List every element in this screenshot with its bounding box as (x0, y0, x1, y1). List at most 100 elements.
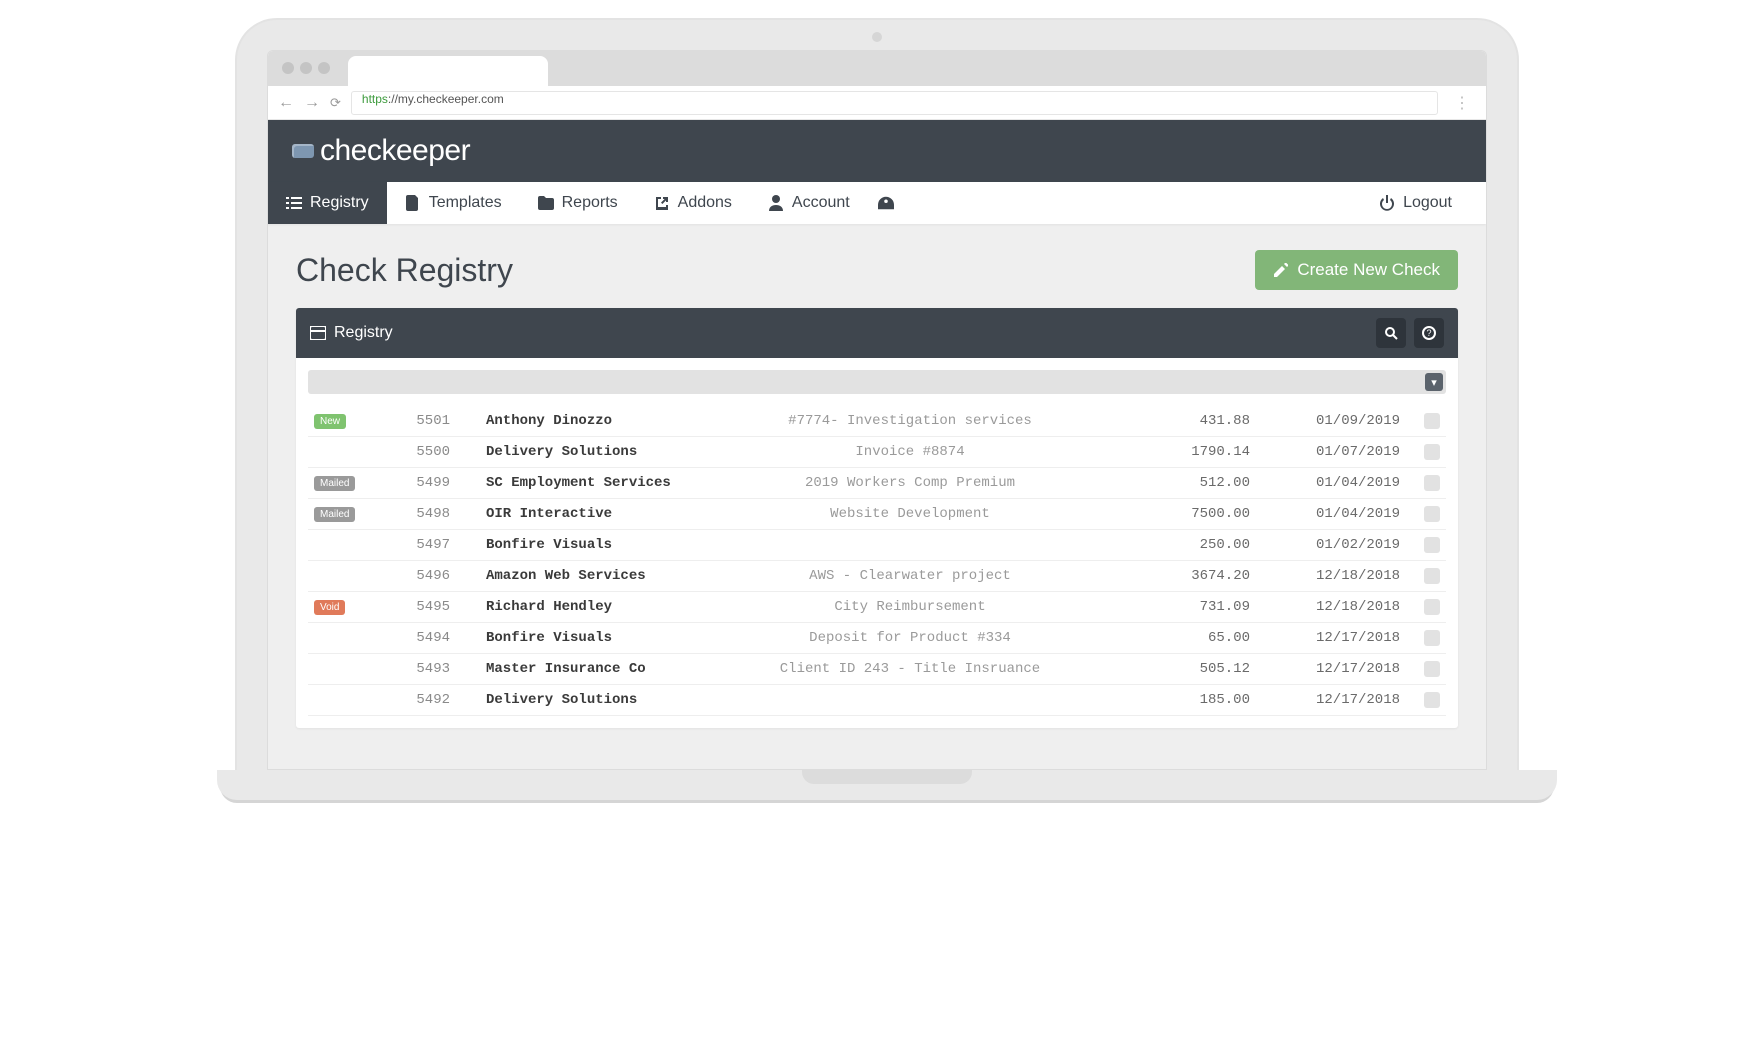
payee: Delivery Solutions (450, 692, 680, 708)
nav-label: Account (792, 194, 850, 212)
table-row[interactable]: 5500Delivery SolutionsInvoice #88741790.… (308, 437, 1446, 468)
memo: Invoice #8874 (680, 444, 1140, 460)
nav-label: Registry (310, 194, 369, 212)
status-cell: Void (314, 599, 370, 615)
back-button[interactable]: ← (278, 94, 294, 112)
refresh-button[interactable]: ⟳ (330, 95, 341, 111)
amount: 431.88 (1140, 413, 1250, 429)
memo: City Reimbursement (680, 599, 1140, 615)
browser-tab[interactable] (348, 56, 548, 86)
date: 12/18/2018 (1250, 568, 1400, 584)
row-checkbox[interactable] (1424, 661, 1440, 677)
list-icon (286, 195, 302, 211)
nav-registry[interactable]: Registry (268, 182, 387, 224)
check-number: 5497 (370, 537, 450, 553)
window-controls (282, 62, 330, 74)
table-row[interactable]: 5493Master Insurance CoClient ID 243 - T… (308, 654, 1446, 685)
check-number: 5501 (370, 413, 450, 429)
nav-logout[interactable]: Logout (1361, 182, 1470, 224)
nav-label: Templates (429, 194, 502, 212)
create-check-button[interactable]: Create New Check (1255, 250, 1458, 290)
row-checkbox[interactable] (1424, 599, 1440, 615)
memo: 2019 Workers Comp Premium (680, 475, 1140, 491)
payee: Richard Hendley (450, 599, 680, 615)
payee: Bonfire Visuals (450, 630, 680, 646)
date: 12/17/2018 (1250, 692, 1400, 708)
table-row[interactable]: New5501Anthony Dinozzo#7774- Investigati… (308, 406, 1446, 437)
checkbox-cell (1400, 413, 1440, 429)
status-badge: Mailed (314, 507, 355, 522)
date: 01/09/2019 (1250, 413, 1400, 429)
check-number: 5496 (370, 568, 450, 584)
nav-dashboard[interactable] (868, 183, 904, 223)
status-badge: Mailed (314, 476, 355, 491)
laptop-base (217, 770, 1557, 800)
filter-bar[interactable]: ▾ (308, 370, 1446, 394)
forward-button[interactable]: → (304, 94, 320, 112)
payee: Master Insurance Co (450, 661, 680, 677)
browser-menu-icon[interactable]: ⋮ (1448, 93, 1476, 113)
table-row[interactable]: 5496Amazon Web ServicesAWS - Clearwater … (308, 561, 1446, 592)
window-close-icon[interactable] (282, 62, 294, 74)
browser-tabbar (268, 51, 1486, 86)
nav-label: Logout (1403, 194, 1452, 212)
memo: #7774- Investigation services (680, 413, 1140, 429)
panel-head: Registry ? (296, 308, 1458, 358)
app-content: checkeeper Registry Templates Reports (268, 120, 1486, 769)
help-icon: ? (1422, 326, 1436, 340)
status-cell: New (314, 413, 370, 429)
row-checkbox[interactable] (1424, 413, 1440, 429)
nav-label: Reports (562, 194, 618, 212)
checkbox-cell (1400, 537, 1440, 553)
help-button[interactable]: ? (1414, 318, 1444, 348)
row-checkbox[interactable] (1424, 537, 1440, 553)
camera-dot (872, 32, 882, 42)
check-number: 5494 (370, 630, 450, 646)
table-row[interactable]: Mailed5498OIR InteractiveWebsite Develop… (308, 499, 1446, 530)
row-checkbox[interactable] (1424, 630, 1440, 646)
url-scheme: https (362, 92, 388, 106)
table-row[interactable]: 5497Bonfire Visuals250.0001/02/2019 (308, 530, 1446, 561)
window-min-icon[interactable] (300, 62, 312, 74)
status-cell: Mailed (314, 475, 370, 491)
row-checkbox[interactable] (1424, 475, 1440, 491)
row-checkbox[interactable] (1424, 568, 1440, 584)
browser-window: ← → ⟳ https://my.checkeeper.com ⋮ checke… (267, 50, 1487, 770)
app-nav: Registry Templates Reports Addons Accoun… (268, 182, 1486, 224)
file-icon (405, 195, 421, 211)
brand[interactable]: checkeeper (292, 134, 470, 168)
table-row[interactable]: Void5495Richard HendleyCity Reimbursemen… (308, 592, 1446, 623)
date: 01/07/2019 (1250, 444, 1400, 460)
search-button[interactable] (1376, 318, 1406, 348)
nav-templates[interactable]: Templates (387, 182, 520, 224)
page-header: Check Registry Create New Check (296, 250, 1458, 290)
memo: Deposit for Product #334 (680, 630, 1140, 646)
table-row[interactable]: Mailed5499SC Employment Services2019 Wor… (308, 468, 1446, 499)
date: 01/02/2019 (1250, 537, 1400, 553)
filter-dropdown-button[interactable]: ▾ (1425, 373, 1443, 391)
brand-text: checkeeper (320, 134, 470, 168)
check-number: 5493 (370, 661, 450, 677)
payee: Amazon Web Services (450, 568, 680, 584)
table-row[interactable]: 5494Bonfire VisualsDeposit for Product #… (308, 623, 1446, 654)
amount: 65.00 (1140, 630, 1250, 646)
window-max-icon[interactable] (318, 62, 330, 74)
date: 12/18/2018 (1250, 599, 1400, 615)
check-number: 5495 (370, 599, 450, 615)
registry-panel: Registry ? ▾ New5501A (296, 308, 1458, 728)
memo: Client ID 243 - Title Insruance (680, 661, 1140, 677)
checkbox-cell (1400, 599, 1440, 615)
create-label: Create New Check (1297, 260, 1440, 280)
amount: 7500.00 (1140, 506, 1250, 522)
row-checkbox[interactable] (1424, 692, 1440, 708)
row-checkbox[interactable] (1424, 444, 1440, 460)
check-number: 5498 (370, 506, 450, 522)
row-checkbox[interactable] (1424, 506, 1440, 522)
folder-icon (538, 195, 554, 211)
nav-addons[interactable]: Addons (636, 182, 750, 224)
table-row[interactable]: 5492Delivery Solutions185.0012/17/2018 (308, 685, 1446, 716)
nav-account[interactable]: Account (750, 182, 868, 224)
url-field[interactable]: https://my.checkeeper.com (351, 91, 1438, 115)
brand-icon (292, 144, 314, 158)
nav-reports[interactable]: Reports (520, 182, 636, 224)
